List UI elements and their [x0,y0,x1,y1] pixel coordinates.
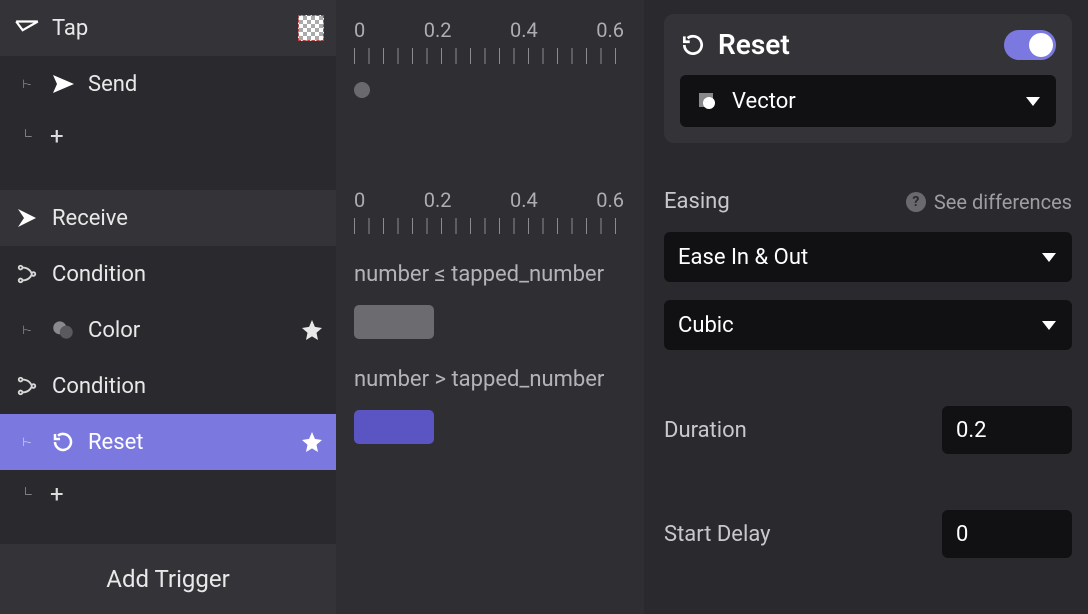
keyframe-dot[interactable] [354,82,370,98]
duration-row: Duration 0.2 [664,406,1072,454]
tick-label: 0.4 [510,188,538,212]
help-icon: ? [906,192,926,212]
trigger-tap[interactable]: Tap [0,0,336,56]
duration-input[interactable]: 0.2 [942,406,1072,454]
action-color-label: Color [88,318,288,343]
condition-2[interactable]: Condition [0,358,336,414]
chevron-down-icon [1026,97,1040,106]
enable-toggle[interactable] [1004,30,1056,60]
condition-1-expression: number ≤ tapped_number [354,262,624,287]
condition-2-label: Condition [52,374,324,399]
condition-icon [14,261,40,287]
easing-type-dropdown[interactable]: Ease In & Out [664,232,1072,282]
start-delay-value: 0 [956,522,968,547]
action-send[interactable]: ⊦- Send [0,56,336,112]
tree-guide-icon: ⊦- [14,435,38,449]
star-icon[interactable] [300,430,324,454]
condition-2-expression: number > tapped_number [354,367,624,392]
card-title: Reset [718,28,992,61]
see-differences-link[interactable]: ? See differences [906,190,1072,214]
easing-curve-label: Cubic [678,313,1030,338]
add-action-under-tap[interactable]: └- + [0,112,336,160]
timeline-panel: 0 0.2 0.4 0.6 0 0.2 0.4 0.6 number ≤ tap… [336,0,644,614]
chevron-down-icon [1042,321,1056,330]
easing-curve-dropdown[interactable]: Cubic [664,300,1072,350]
reset-card: Reset Vector [664,14,1072,143]
vector-icon [694,88,720,114]
star-icon[interactable] [300,318,324,342]
add-trigger-button[interactable]: Add Trigger [0,544,336,614]
tick-label: 0.6 [596,188,624,212]
color-swatch-transparent[interactable] [298,15,324,41]
see-differences-text: See differences [934,190,1072,214]
tick-label: 0.2 [424,18,452,42]
action-color[interactable]: ⊦- Color [0,302,336,358]
action-send-label: Send [88,72,324,97]
duration-label: Duration [664,418,926,443]
action-reset[interactable]: ⊦- Reset [0,414,336,470]
add-action-under-condition2[interactable]: └- + [0,470,336,518]
timeline-track-reset[interactable] [354,410,434,444]
start-delay-input[interactable]: 0 [942,510,1072,558]
easing-label: Easing [664,189,906,214]
reset-icon [50,429,76,455]
duration-value: 0.2 [956,418,987,443]
tree-guide-end-icon: └- [14,129,38,143]
target-dropdown-label: Vector [732,89,1014,114]
timeline-ruler-1: 0 0.2 0.4 0.6 [354,18,624,70]
plus-icon: + [50,122,64,150]
receive-icon [14,205,40,231]
timeline-track-color[interactable] [354,305,434,339]
timeline-ruler-2: 0 0.2 0.4 0.6 [354,188,624,240]
plus-icon: + [50,480,64,508]
easing-type-label: Ease In & Out [678,245,1030,270]
condition-1[interactable]: Condition [0,246,336,302]
trigger-receive-label: Receive [52,206,324,231]
triggers-sidebar: Tap ⊦- Send └- + Receive [0,0,336,614]
tick-label: 0.6 [596,18,624,42]
start-delay-row: Start Delay 0 [664,510,1072,558]
trigger-receive[interactable]: Receive [0,190,336,246]
tap-icon [14,15,40,41]
tick-label: 0.4 [510,18,538,42]
easing-section-head: Easing ? See differences [664,189,1072,214]
reset-icon [680,32,706,58]
trigger-tap-label: Tap [52,16,286,41]
target-dropdown[interactable]: Vector [680,75,1056,127]
tree-guide-icon: ⊦- [14,77,38,91]
add-trigger-label: Add Trigger [106,565,229,593]
send-icon [50,71,76,97]
start-delay-label: Start Delay [664,522,926,547]
action-reset-label: Reset [88,430,288,455]
condition-1-label: Condition [52,262,324,287]
tree-guide-end-icon: └- [14,487,38,501]
color-icon [50,317,76,343]
tick-label: 0 [354,188,365,212]
condition-icon [14,373,40,399]
inspector-panel: Reset Vector Easing ? See differences Ea… [644,0,1088,614]
tick-label: 0.2 [424,188,452,212]
tick-label: 0 [354,18,365,42]
chevron-down-icon [1042,253,1056,262]
tree-guide-icon: ⊦- [14,323,38,337]
